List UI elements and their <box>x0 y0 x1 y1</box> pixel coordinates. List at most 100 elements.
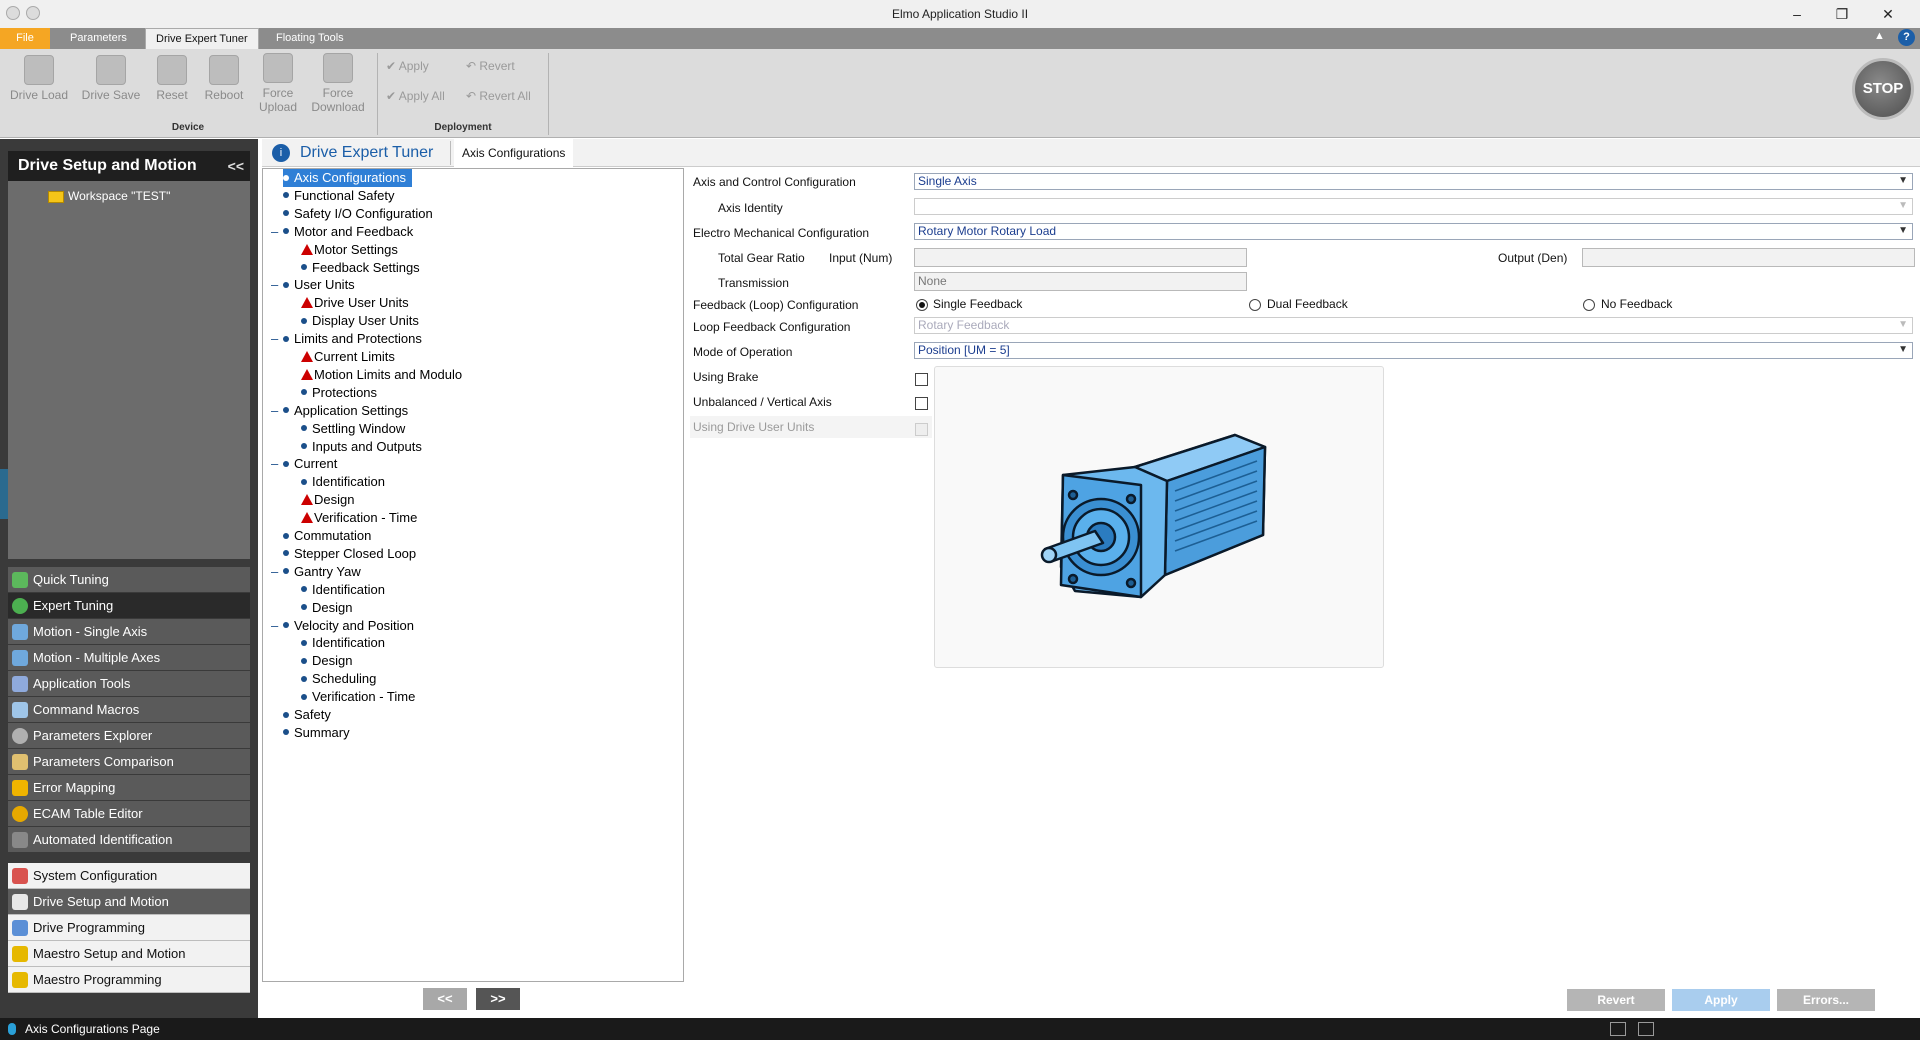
revert-button[interactable]: Revert <box>1567 989 1665 1011</box>
apply-all-ribbon-button[interactable]: ✔ Apply All <box>386 89 445 103</box>
nav-quick-tuning[interactable]: Quick Tuning <box>8 567 250 593</box>
nav-drive-setup-and-motion[interactable]: Drive Setup and Motion <box>8 889 250 915</box>
tree-item[interactable]: Design <box>301 599 352 617</box>
axis-identity-select[interactable]: ▼ <box>914 198 1913 215</box>
nav-error-mapping[interactable]: Error Mapping <box>8 775 250 801</box>
no-feedback-radio[interactable] <box>1583 299 1595 311</box>
tree-item[interactable]: Safety <box>283 706 331 724</box>
previous-page-button[interactable]: << <box>423 988 467 1010</box>
drive-load-button[interactable]: Drive Load <box>6 55 72 102</box>
nav-ecam-table-editor[interactable]: ECAM Table Editor <box>8 801 250 827</box>
output-den-field[interactable] <box>1582 248 1915 267</box>
collapse-panel-button[interactable]: << <box>228 151 244 181</box>
nav-automated-identification[interactable]: Automated Identification <box>8 827 250 853</box>
nav-expert-tuning[interactable]: Expert Tuning <box>8 593 250 619</box>
collapse-icon[interactable]: – <box>271 617 278 635</box>
tree-item[interactable]: Current Limits <box>301 348 395 366</box>
tree-item[interactable]: – Application Settings <box>271 402 408 420</box>
force-download-button[interactable]: Force Download <box>306 53 370 114</box>
using-brake-checkbox[interactable] <box>915 373 928 386</box>
close-button[interactable]: ✕ <box>1878 4 1898 24</box>
using-drive-user-units-checkbox[interactable] <box>915 423 928 436</box>
tree-item[interactable]: Protections <box>301 384 377 402</box>
transmission-field[interactable]: None <box>914 272 1247 291</box>
tree-item[interactable]: Stepper Closed Loop <box>283 545 416 563</box>
collapse-icon[interactable]: – <box>271 330 278 348</box>
stop-button[interactable]: STOP <box>1852 58 1914 120</box>
tree-item[interactable]: Verification - Time <box>301 509 417 527</box>
revert-ribbon-button[interactable]: ↶ Revert <box>466 59 515 73</box>
unbalanced-axis-checkbox[interactable] <box>915 397 928 410</box>
tree-item[interactable]: Design <box>301 491 354 509</box>
tree-item[interactable]: Summary <box>283 724 350 742</box>
nav-motion-multiple-axes[interactable]: Motion - Multiple Axes <box>8 645 250 671</box>
workspace-item[interactable]: Workspace "TEST" <box>48 189 170 203</box>
collapse-icon[interactable]: – <box>271 276 278 294</box>
mode-of-operation-select[interactable]: Position [UM = 5] ▼ <box>914 342 1913 359</box>
force-upload-button[interactable]: Force Upload <box>254 53 302 114</box>
tree-item[interactable]: Feedback Settings <box>301 259 420 277</box>
restore-button[interactable]: ❐ <box>1832 4 1852 24</box>
nav-parameters-explorer[interactable]: Parameters Explorer <box>8 723 250 749</box>
tab-parameters[interactable]: Parameters <box>60 28 137 49</box>
nav-motion-single-axis[interactable]: Motion - Single Axis <box>8 619 250 645</box>
tree-item[interactable]: Identification <box>301 634 385 652</box>
apply-ribbon-button[interactable]: ✔ Apply <box>386 59 429 73</box>
tab-file[interactable]: File <box>0 28 50 49</box>
revert-all-ribbon-button[interactable]: ↶ Revert All <box>466 89 531 103</box>
side-dock-handle[interactable] <box>0 469 8 519</box>
tree-item[interactable]: Commutation <box>283 527 371 545</box>
axis-control-select[interactable]: Single Axis ▼ <box>914 173 1913 190</box>
tree-item[interactable]: Settling Window <box>301 420 405 438</box>
collapse-icon[interactable]: – <box>271 455 278 473</box>
tree-item[interactable]: – Motor and Feedback <box>271 223 413 241</box>
drive-save-button[interactable]: Drive Save <box>78 55 144 102</box>
single-feedback-radio[interactable] <box>916 299 928 311</box>
nav-parameters-comparison[interactable]: Parameters Comparison <box>8 749 250 775</box>
tree-item[interactable]: Scheduling <box>301 670 376 688</box>
help-icon[interactable]: ? <box>1898 29 1915 46</box>
nav-command-macros[interactable]: Command Macros <box>8 697 250 723</box>
tree-item[interactable]: Functional Safety <box>283 187 394 205</box>
nav-application-tools[interactable]: Application Tools <box>8 671 250 697</box>
nav-drive-programming[interactable]: Drive Programming <box>8 915 250 941</box>
tree-item[interactable]: Motion Limits and Modulo <box>301 366 462 384</box>
input-num-field[interactable] <box>914 248 1247 267</box>
tab-drive-expert-tuner[interactable]: Drive Expert Tuner <box>145 28 259 49</box>
collapse-icon[interactable]: – <box>271 223 278 241</box>
reset-button[interactable]: Reset <box>150 55 194 102</box>
next-page-button[interactable]: >> <box>476 988 520 1010</box>
tree-item[interactable]: Design <box>301 652 352 670</box>
tab-floating-tools[interactable]: Floating Tools <box>266 28 354 49</box>
loop-feedback-select[interactable]: Rotary Feedback ▼ <box>914 317 1913 334</box>
tree-item[interactable]: Drive User Units <box>301 294 409 312</box>
tree-item[interactable]: – User Units <box>271 276 355 294</box>
collapse-icon[interactable]: – <box>271 563 278 581</box>
status-close-icon[interactable] <box>1638 1022 1654 1036</box>
tree-item[interactable]: Axis Configurations <box>283 169 412 187</box>
tree-item[interactable]: Inputs and Outputs <box>301 438 422 456</box>
electro-mechanical-select[interactable]: Rotary Motor Rotary Load ▼ <box>914 223 1913 240</box>
nav-maestro-setup-and-motion[interactable]: Maestro Setup and Motion <box>8 941 250 967</box>
tree-item[interactable]: – Velocity and Position <box>271 617 414 635</box>
tree-item[interactable]: Identification <box>301 473 385 491</box>
breadcrumb[interactable]: Axis Configurations <box>454 139 574 167</box>
reboot-button[interactable]: Reboot <box>200 55 248 102</box>
status-panel-icon[interactable] <box>1610 1022 1626 1036</box>
collapse-icon[interactable]: – <box>271 402 278 420</box>
ribbon-collapse-icon[interactable]: ▲ <box>1874 30 1885 42</box>
nav-maestro-programming[interactable]: Maestro Programming <box>8 967 250 993</box>
tree-item[interactable]: – Current <box>271 455 337 473</box>
tree-item[interactable]: Display User Units <box>301 312 419 330</box>
tree-item[interactable]: Identification <box>301 581 385 599</box>
nav-system-configuration[interactable]: System Configuration <box>8 863 250 889</box>
tree-item[interactable]: – Limits and Protections <box>271 330 422 348</box>
dual-feedback-radio[interactable] <box>1249 299 1261 311</box>
tree-item[interactable]: Motor Settings <box>301 241 398 259</box>
tree-item[interactable]: Safety I/O Configuration <box>283 205 433 223</box>
tree-item[interactable]: Verification - Time <box>301 688 415 706</box>
errors-button[interactable]: Errors... <box>1777 989 1875 1011</box>
apply-button[interactable]: Apply <box>1672 989 1770 1011</box>
minimize-button[interactable]: – <box>1787 4 1807 24</box>
tree-item[interactable]: – Gantry Yaw <box>271 563 361 581</box>
